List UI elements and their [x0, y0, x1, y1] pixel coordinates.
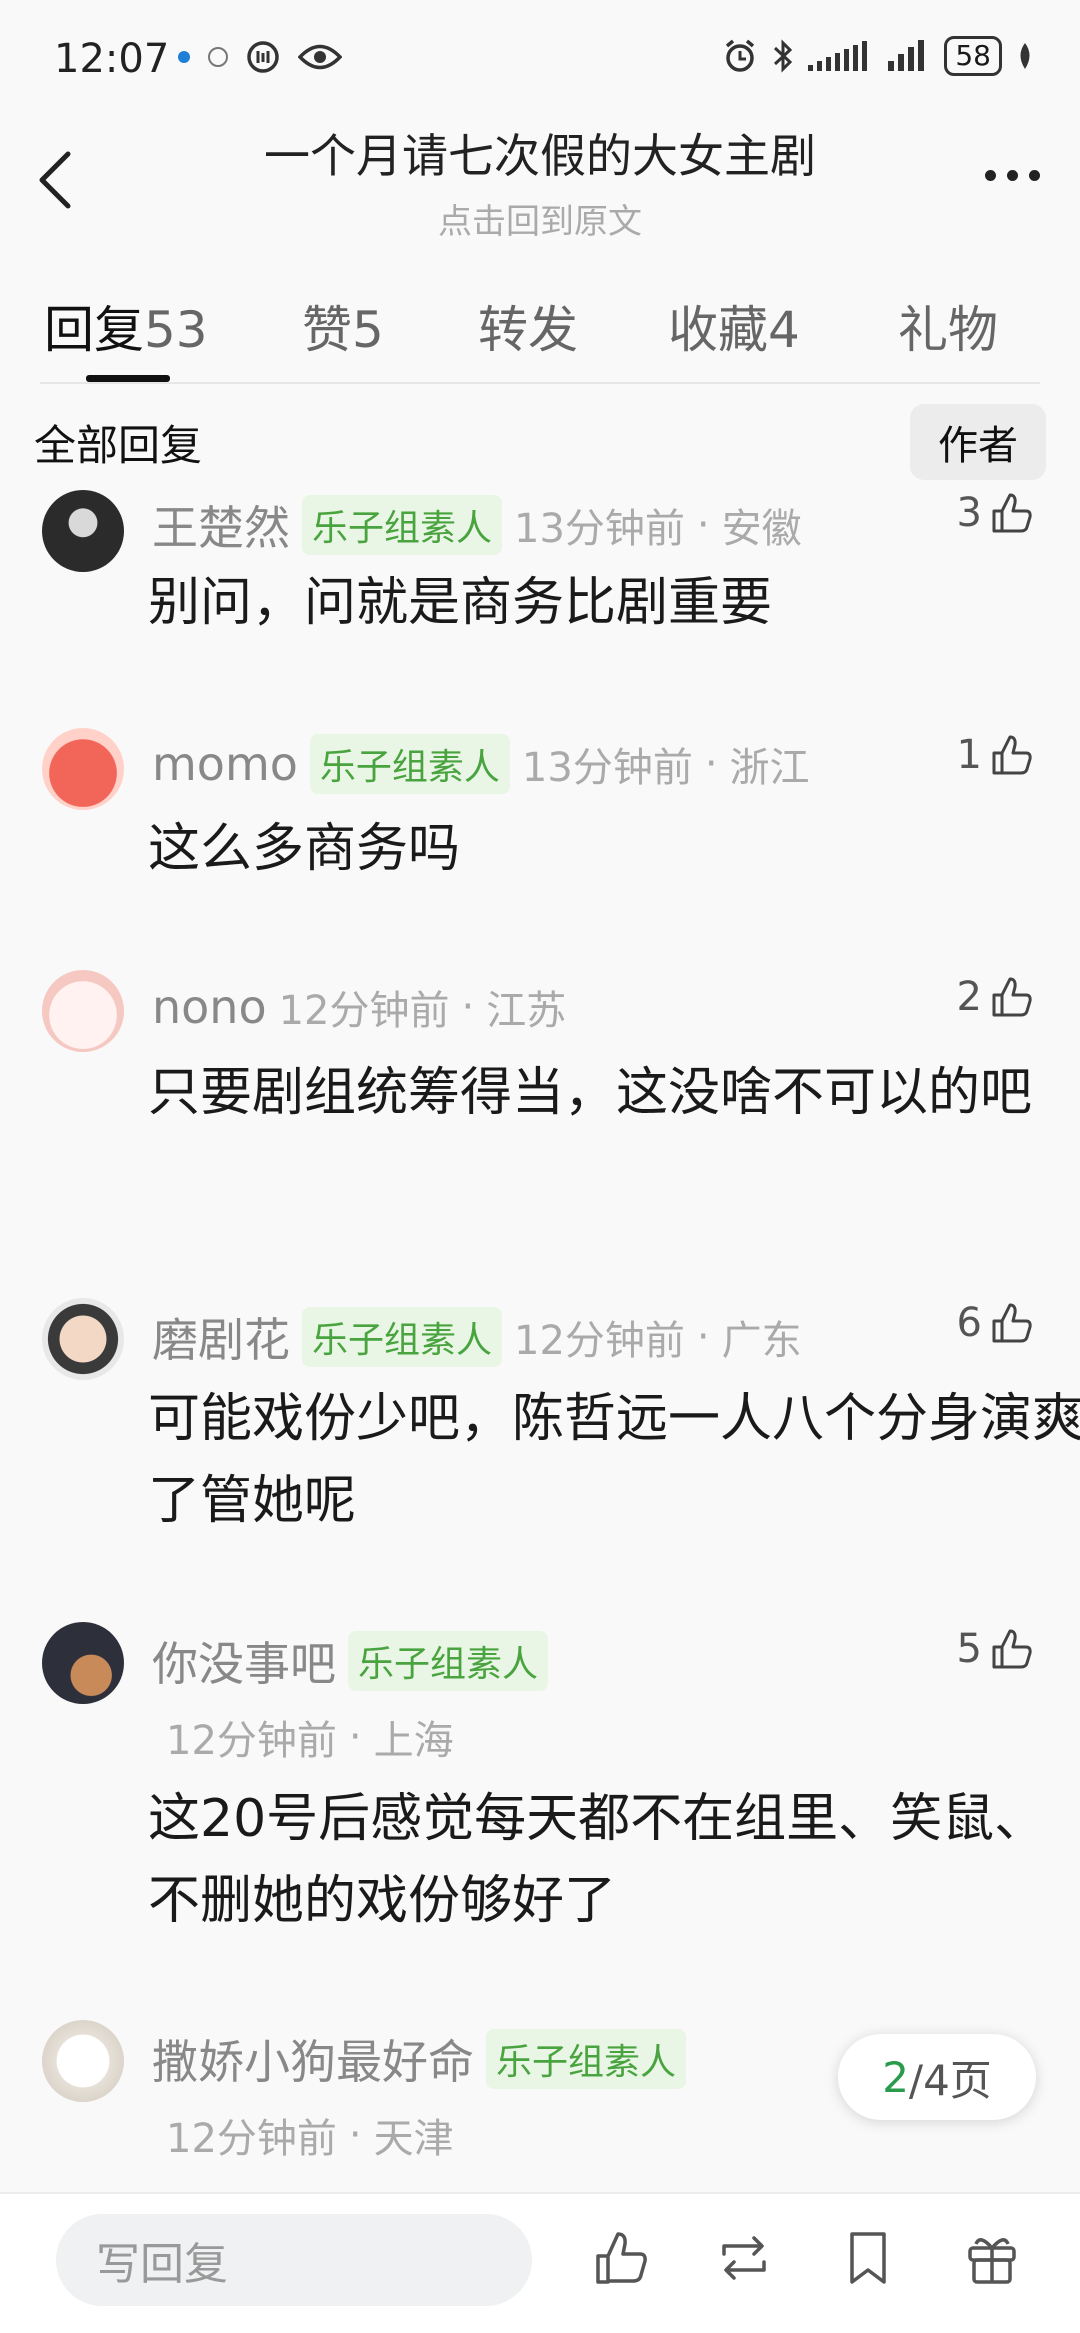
- like-button[interactable]: 6: [957, 1300, 1034, 1346]
- comment-header: 撒娇小狗最好命 乐子组素人: [152, 2026, 687, 2092]
- eye-icon: [298, 44, 342, 70]
- comment-text: 只要剧组统筹得当，这没啥不可以的吧: [148, 1063, 1033, 1123]
- like-post-icon[interactable]: [592, 2228, 652, 2288]
- author-filter-button[interactable]: 作者: [910, 404, 1046, 480]
- signal-icon: [808, 41, 868, 71]
- comment-username[interactable]: nono: [152, 980, 267, 1034]
- like-button[interactable]: 2: [957, 974, 1034, 1020]
- bluetooth-icon: [774, 39, 793, 73]
- user-badge: 乐子组素人: [486, 2029, 687, 2089]
- comment-header: 王楚然 乐子组素人 13分钟前 · 安徽: [152, 492, 802, 558]
- comment-username[interactable]: momo: [152, 737, 298, 791]
- tab-likes[interactable]: 赞5: [302, 290, 478, 362]
- leaf-icon: [1020, 43, 1030, 69]
- reply-input[interactable]: 写回复: [56, 2214, 532, 2306]
- current-page: 2: [882, 2052, 909, 2102]
- meta-separator: ·: [461, 984, 475, 1030]
- avatar[interactable]: [42, 1622, 124, 1704]
- battery-level: 58: [944, 36, 1002, 76]
- comment-username[interactable]: 王楚然: [152, 492, 290, 558]
- status-left-icons: [178, 40, 342, 74]
- repost-icon[interactable]: [714, 2228, 774, 2288]
- like-count: 3: [956, 490, 982, 536]
- avatar[interactable]: [42, 970, 124, 1052]
- page-indicator[interactable]: 2 /4页: [838, 2034, 1036, 2120]
- like-button[interactable]: 5: [957, 1626, 1034, 1672]
- user-badge: 乐子组素人: [302, 1307, 503, 1367]
- avatar[interactable]: [42, 1298, 124, 1380]
- user-badge: 乐子组素人: [302, 495, 503, 555]
- meta-separator: ·: [348, 1714, 362, 1760]
- like-count: 2: [956, 974, 982, 1020]
- avatar[interactable]: [42, 490, 124, 572]
- status-time: 12:07: [54, 36, 170, 82]
- meta-separator: ·: [348, 2112, 362, 2158]
- tab-divider: [40, 382, 1040, 384]
- post-title: 一个月请七次假的大女主剧: [264, 129, 816, 183]
- comment-location: 天津: [373, 2116, 454, 2162]
- comment-meta: 12分钟前 · 上海: [166, 1708, 454, 1766]
- all-replies-label: 全部回复: [34, 421, 203, 470]
- thumbs-up-icon: [992, 977, 1032, 1017]
- total-pages: /4页: [908, 2055, 992, 2105]
- tab-replies[interactable]: 回复53: [44, 290, 302, 362]
- tab-forwards[interactable]: 转发: [478, 290, 668, 362]
- comment-location: 上海: [373, 1718, 454, 1764]
- app-dot-icon: [178, 51, 190, 63]
- like-count: 1: [956, 732, 982, 778]
- chat-bubble-icon: [247, 41, 279, 73]
- tab-favorites[interactable]: 收藏4: [668, 290, 898, 362]
- comment-text: 别问，问就是商务比剧重要: [148, 573, 773, 633]
- comment-time: 12分钟前: [166, 1718, 337, 1764]
- comment-time: 12分钟前: [514, 1318, 685, 1364]
- comment-text: 这么多商务吗: [148, 819, 461, 879]
- comment-text: 这20号后感觉每天都不在组里、笑鼠、不删她的戏份够好了: [148, 1789, 1047, 1931]
- comment-time: 12分钟前: [278, 988, 450, 1034]
- user-badge: 乐子组素人: [348, 1631, 549, 1691]
- status-right-icons: 58: [722, 36, 1034, 76]
- comment-location: 广东: [721, 1318, 802, 1364]
- comment-username[interactable]: 你没事吧: [152, 1628, 336, 1694]
- comment-header: 磨剧花 乐子组素人 12分钟前 · 广东: [152, 1304, 802, 1370]
- back-to-original-link[interactable]: 点击回到原文: [0, 194, 1080, 243]
- comment-header: 你没事吧 乐子组素人: [152, 1628, 549, 1694]
- like-button[interactable]: 3: [957, 490, 1034, 536]
- comment-text: 可能戏份少吧，陈哲远一人八个分身演爽了管她呢: [148, 1389, 1080, 1531]
- comment-time: 13分钟前: [514, 506, 685, 552]
- comment-username[interactable]: 磨剧花: [152, 1304, 290, 1370]
- avatar[interactable]: [42, 2020, 124, 2102]
- comment-username[interactable]: 撒娇小狗最好命: [152, 2026, 474, 2092]
- signal-icon-2: [888, 40, 925, 71]
- gift-icon[interactable]: [962, 2228, 1022, 2288]
- bookmark-icon[interactable]: [838, 2228, 898, 2288]
- meta-separator: ·: [696, 502, 710, 548]
- active-tab-indicator: [86, 375, 170, 382]
- meta-separator: ·: [696, 1314, 710, 1360]
- face-icon: [208, 47, 228, 67]
- like-button[interactable]: 1: [957, 732, 1034, 778]
- comment-time: 13分钟前: [521, 745, 693, 791]
- user-badge: 乐子组素人: [309, 734, 510, 794]
- thumbs-up-icon: [992, 735, 1032, 775]
- alarm-icon: [726, 39, 755, 72]
- comment-meta: 12分钟前 · 天津: [166, 2106, 454, 2164]
- thumbs-up-icon: [992, 1629, 1032, 1669]
- meta-separator: ·: [704, 741, 718, 787]
- like-count: 6: [956, 1300, 982, 1346]
- tab-gifts[interactable]: 礼物: [898, 290, 998, 362]
- comment-location: 浙江: [729, 745, 810, 791]
- more-options-icon[interactable]: [985, 170, 1040, 181]
- like-count: 5: [956, 1626, 982, 1672]
- comment-location: 江苏: [486, 988, 567, 1034]
- tab-bar: 回复53 赞5 转发 收藏4 礼物: [44, 290, 1044, 362]
- thumbs-up-icon: [992, 1303, 1032, 1343]
- comment-location: 安徽: [721, 506, 802, 552]
- comment-header: nono 12分钟前 · 江苏: [152, 978, 566, 1036]
- avatar[interactable]: [42, 728, 124, 810]
- comment-header: momo 乐子组素人 13分钟前 · 浙江: [152, 734, 810, 794]
- comment-time: 12分钟前: [166, 2116, 337, 2162]
- thumbs-up-icon: [992, 493, 1032, 533]
